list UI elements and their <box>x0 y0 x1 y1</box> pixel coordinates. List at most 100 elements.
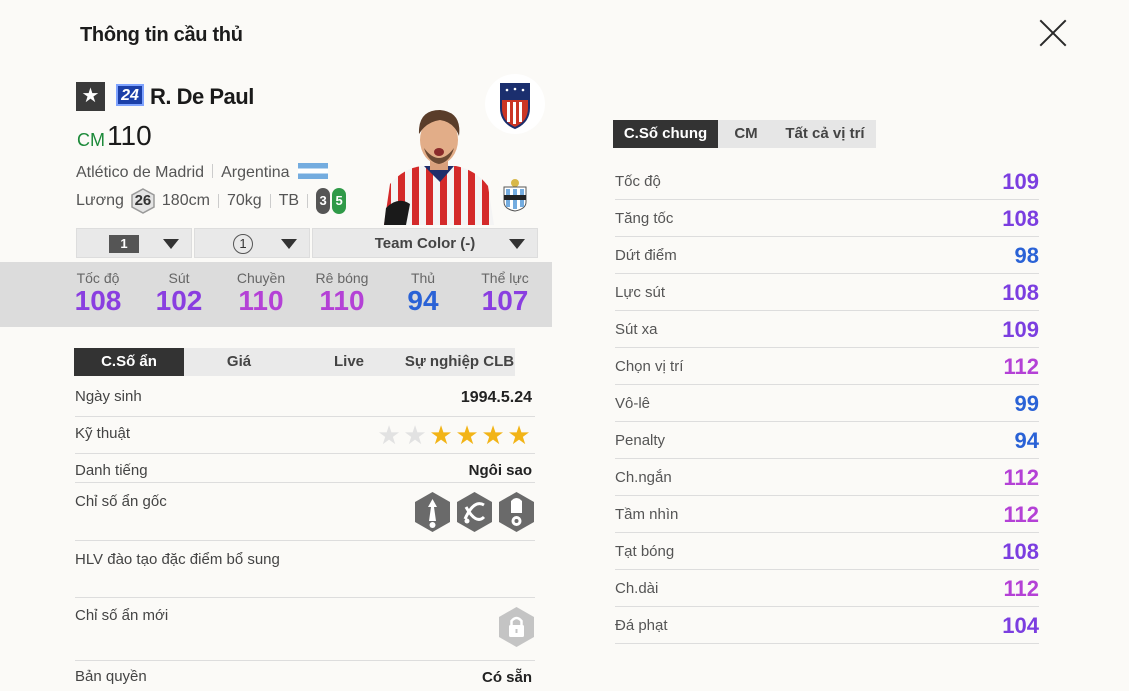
traits-label: Chỉ số ẩn gốc <box>75 493 167 510</box>
summary-stat-label: Rê bóng <box>315 270 369 286</box>
birth-label: Ngày sinh <box>75 388 142 405</box>
wage-badge: 26 <box>130 188 156 214</box>
star-icon: ★ <box>403 420 427 450</box>
tab-live[interactable]: Live <box>294 348 404 376</box>
attribute-label: Ch.dài <box>615 580 659 597</box>
attribute-row: Tầm nhìn 112 <box>615 496 1039 533</box>
new-traits-label: Chỉ số ẩn mới <box>75 607 169 624</box>
trait-dribbler-icon[interactable] <box>414 491 451 533</box>
skill-stars: ★ ★ ★ ★ ★ ★ <box>376 421 532 449</box>
attribute-row: Chọn vị trí 112 <box>615 348 1039 385</box>
attribute-label: Tạt bóng <box>615 543 675 560</box>
attribute-row: Ch.ngắn 112 <box>615 459 1039 496</box>
star-icon: ★ <box>507 420 531 450</box>
club-name: Atlético de Madrid <box>76 164 205 181</box>
new-traits-row: Chỉ số ẩn mới <box>75 598 535 661</box>
player-ovr: 110 <box>107 120 152 151</box>
summary-stat: Thể lực 107 <box>465 270 545 316</box>
attribute-row: Vô-lê 99 <box>615 385 1039 422</box>
attribute-label: Đá phạt <box>615 617 668 634</box>
coach-traits-row: HLV đào tạo đặc điểm bổ sung <box>75 541 535 598</box>
attribute-row: Tăng tốc 108 <box>615 200 1039 237</box>
attribute-row: Dứt điểm 98 <box>615 237 1039 274</box>
attribute-value: 109 <box>1002 169 1039 194</box>
summary-stat-value: 108 <box>74 285 122 316</box>
fame-label: Danh tiếng <box>75 462 148 479</box>
summary-stat-label: Sút <box>168 270 190 286</box>
nation-name: Argentina <box>221 164 290 181</box>
summary-stat-label: Thủ <box>410 270 436 286</box>
club-nation-line: Atlético de Madrid Argentina <box>76 163 328 182</box>
favorite-star-icon[interactable]: ★ <box>76 82 105 111</box>
attribute-value: 112 <box>1003 354 1040 379</box>
wage-label: Lương <box>76 192 124 209</box>
tab-club-career[interactable]: Sự nghiệp CLB <box>404 348 515 376</box>
tab-price[interactable]: Giá <box>184 348 294 376</box>
attribute-value: 108 <box>1002 539 1039 564</box>
trait-long-ball-icon[interactable] <box>498 491 535 533</box>
attribute-label: Vô-lê <box>615 395 651 412</box>
summary-stat-label: Chuyền <box>236 270 286 286</box>
summary-stat-value: 107 <box>481 285 529 316</box>
player-name: R. De Paul <box>150 84 254 109</box>
license-value: Có sẵn <box>481 669 532 686</box>
attribute-value: 99 <box>1014 391 1039 416</box>
attribute-value: 98 <box>1014 243 1039 268</box>
trait-icons <box>409 491 535 533</box>
attribute-label: Tầm nhìn <box>615 506 679 523</box>
coach-traits-label: HLV đào tạo đặc điểm bổ sung <box>75 551 280 568</box>
tab-hidden-stats[interactable]: C.Số ẩn <box>74 348 184 376</box>
summary-stat-label: Thể lực <box>481 270 529 286</box>
summary-stat: Sút 102 <box>139 270 219 316</box>
national-team-badge-icon <box>500 178 530 212</box>
star-icon: ★ <box>429 420 453 450</box>
left-tab-bar: C.Số ẩn Giá Live Sự nghiệp CLB <box>74 348 515 376</box>
attribute-value: 108 <box>1002 206 1039 231</box>
attribute-label: Tốc độ <box>615 173 661 190</box>
star-icon: ★ <box>481 420 505 450</box>
fame-row: Danh tiếng Ngôi sao <box>75 454 535 483</box>
star-icon: ★ <box>455 420 479 450</box>
right-tab-bar: C.Số chung CM Tất cả vị trí <box>613 120 876 148</box>
attribute-value: 112 <box>1003 576 1040 601</box>
page-title: Thông tin cầu thủ <box>80 24 243 46</box>
license-row: Bản quyền Có sẵn <box>75 661 535 691</box>
summary-stat: Tốc độ 108 <box>58 270 138 316</box>
summary-stat-label: Tốc độ <box>76 270 120 286</box>
attribute-label: Lực sút <box>615 284 666 301</box>
chevron-down-icon <box>509 239 525 249</box>
team-color-dropdown[interactable]: Team Color (-) <box>312 228 538 258</box>
attribute-value: 104 <box>1002 613 1039 638</box>
body-type: TB <box>278 192 300 209</box>
player-physical-line: Lương 26 180cm 70kg TB 3 5 <box>76 188 347 214</box>
upgrade-dropdown[interactable]: 1 <box>76 228 192 258</box>
height: 180cm <box>161 192 210 209</box>
attribute-label: Sút xa <box>615 321 658 338</box>
attribute-value: 109 <box>1002 317 1039 342</box>
attribute-row: Lực sút 108 <box>615 274 1039 311</box>
tab-position-cm[interactable]: CM <box>718 120 774 148</box>
attribute-value: 108 <box>1002 280 1039 305</box>
attribute-label: Chọn vị trí <box>615 358 684 375</box>
summary-stat-value: 110 <box>238 285 284 316</box>
attribute-label: Dứt điểm <box>615 247 677 264</box>
tab-general-stats[interactable]: C.Số chung <box>613 120 718 148</box>
summary-stat-value: 102 <box>155 285 203 316</box>
season-badge: 24 <box>116 84 144 106</box>
player-photo <box>384 104 494 225</box>
close-icon[interactable] <box>1038 18 1068 48</box>
attribute-row: Tốc độ 109 <box>615 163 1039 200</box>
tab-all-positions[interactable]: Tất cả vị trí <box>774 120 876 148</box>
attribute-label: Ch.ngắn <box>615 469 672 486</box>
trait-playmaker-icon[interactable] <box>456 491 493 533</box>
club-crest-icon <box>485 74 545 134</box>
attribute-value: 112 <box>1003 465 1040 490</box>
summary-stat: Thủ 94 <box>383 270 463 316</box>
weight: 70kg <box>226 192 262 209</box>
skill-label: Kỹ thuật <box>75 425 131 442</box>
attribute-label: Tăng tốc <box>615 210 674 227</box>
lock-icon[interactable] <box>498 606 535 652</box>
summary-stat-value: 94 <box>407 285 439 316</box>
level-dropdown[interactable]: 1 <box>194 228 310 258</box>
birth-value: 1994.5.24 <box>460 389 532 406</box>
